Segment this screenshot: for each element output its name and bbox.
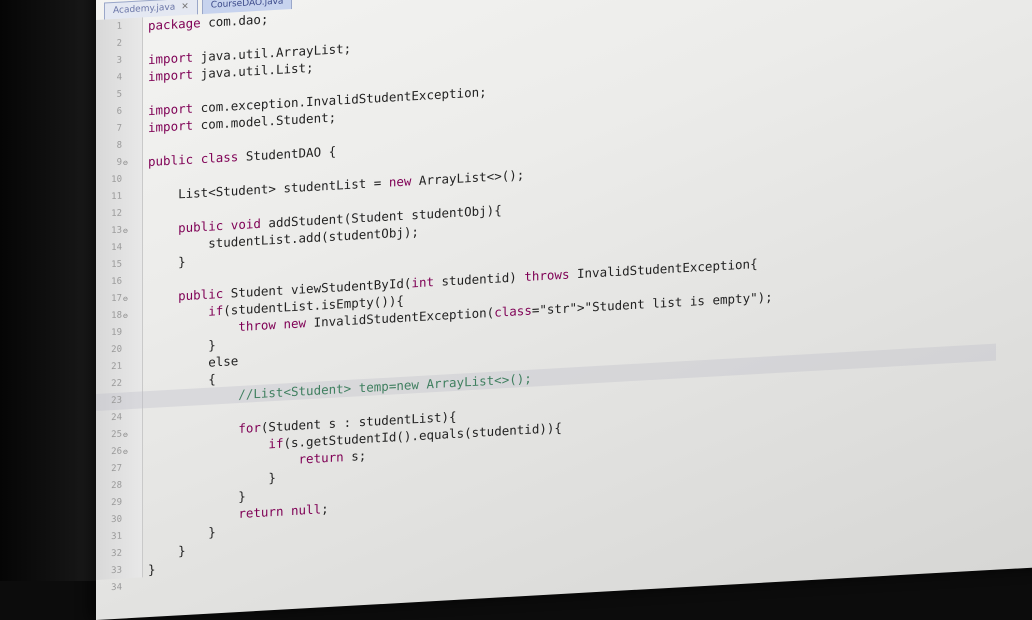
fold-toggle-icon[interactable]: ⊖ bbox=[123, 154, 128, 171]
line-number: 6 bbox=[116, 106, 122, 117]
line-number: 22 bbox=[111, 378, 122, 390]
line-number: 23 bbox=[111, 395, 122, 407]
line-number: 28 bbox=[111, 480, 122, 492]
line-number: 3 bbox=[116, 55, 122, 66]
line-number: 11 bbox=[111, 191, 122, 203]
line-number: 31 bbox=[111, 531, 122, 543]
fold-toggle-icon[interactable]: ⊖ bbox=[123, 307, 128, 324]
fold-toggle-icon[interactable]: ⊖ bbox=[123, 426, 128, 443]
line-number: 1 bbox=[116, 21, 122, 32]
code-text: } bbox=[148, 542, 186, 561]
line-number: 27 bbox=[111, 463, 122, 475]
line-number: 13 bbox=[111, 225, 122, 237]
tab-label: CourseDAO.java bbox=[210, 0, 284, 11]
line-number: 9 bbox=[116, 157, 122, 168]
line-number: 18 bbox=[111, 310, 122, 322]
fold-toggle-icon[interactable]: ⊖ bbox=[123, 290, 128, 307]
line-number: 16 bbox=[111, 276, 122, 288]
line-number: 7 bbox=[116, 123, 122, 134]
line-number: 25 bbox=[111, 429, 122, 441]
line-number: 19 bbox=[111, 327, 122, 339]
fold-toggle-icon[interactable]: ⊖ bbox=[123, 222, 128, 239]
editor-window: Academy.java ✕ CourseDAO.java 1 package co… bbox=[96, 0, 1032, 620]
line-number: 10 bbox=[111, 174, 122, 186]
line-number: 2 bbox=[116, 38, 122, 49]
line-number: 20 bbox=[111, 344, 122, 356]
line-number: 8 bbox=[116, 140, 122, 151]
line-number: 12 bbox=[111, 208, 122, 220]
code-editor[interactable]: 1 package com.dao; 2 3 import java.util.Arra… bbox=[96, 0, 996, 598]
line-number: 15 bbox=[111, 259, 122, 271]
line-number: 21 bbox=[111, 361, 122, 373]
line-number: 34 bbox=[111, 582, 122, 594]
line-number: 24 bbox=[111, 412, 122, 424]
tab-label: Academy.java bbox=[113, 2, 176, 17]
close-tab-icon[interactable]: ✕ bbox=[181, 2, 189, 12]
code-text: } bbox=[148, 561, 156, 578]
line-number: 30 bbox=[111, 514, 122, 526]
line-number: 17 bbox=[111, 293, 122, 305]
line-number: 5 bbox=[116, 89, 122, 100]
code-text: } bbox=[148, 253, 186, 272]
line-number: 4 bbox=[116, 72, 122, 83]
fold-toggle-icon[interactable]: ⊖ bbox=[123, 443, 128, 460]
line-number: 26 bbox=[111, 446, 122, 458]
line-number: 14 bbox=[111, 242, 122, 254]
line-number: 32 bbox=[111, 548, 122, 560]
line-number: 33 bbox=[111, 565, 122, 577]
line-number: 29 bbox=[111, 497, 122, 509]
